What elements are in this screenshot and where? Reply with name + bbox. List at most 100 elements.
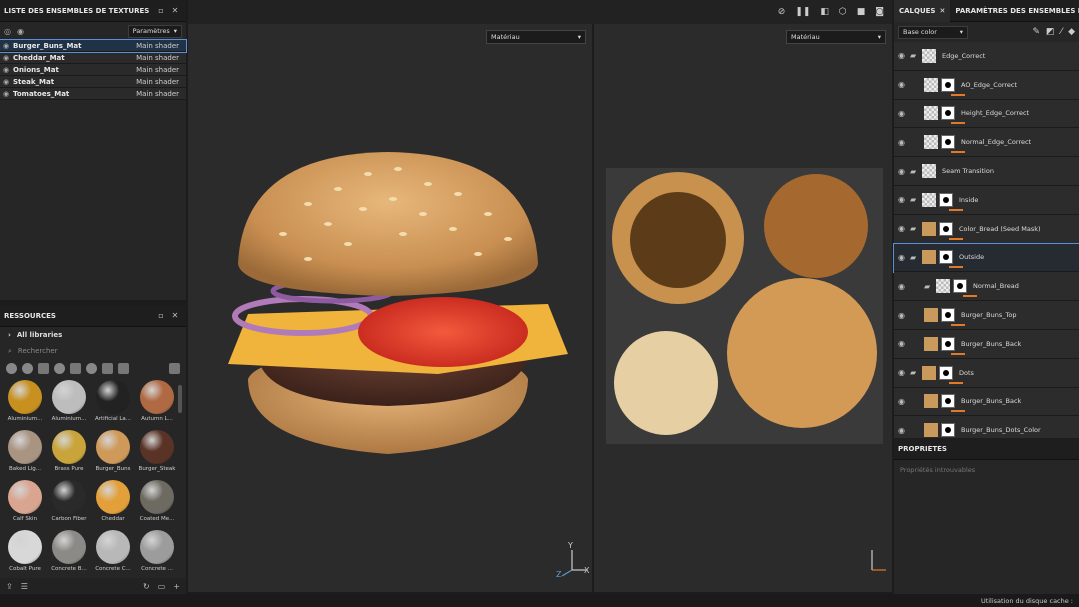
layer-row[interactable]: ◉ Burger_Buns_Top	[894, 301, 1079, 330]
library-selector[interactable]: › All libraries	[0, 327, 186, 343]
eye-icon[interactable]: ◉	[3, 42, 13, 50]
mask-icon[interactable]: ◩	[1046, 27, 1055, 37]
eye-icon[interactable]: ◉	[898, 195, 910, 204]
mask-thumbnail[interactable]	[939, 365, 953, 380]
layer-thumbnail[interactable]	[936, 279, 950, 294]
resource-item[interactable]: Carbon Fiber	[48, 480, 90, 528]
filter-textures-icon[interactable]	[86, 362, 97, 374]
resource-item[interactable]: Cheddar	[92, 480, 134, 528]
layer-thumbnail[interactable]	[924, 394, 938, 409]
eye-icon[interactable]: ◉	[898, 397, 910, 406]
resource-item[interactable]: Brass Pure	[48, 430, 90, 478]
settings-dropdown[interactable]: Paramètres ▾	[127, 24, 182, 38]
texture-set-row[interactable]: ◉ Burger_Buns_Mat Main shader	[0, 39, 187, 53]
resource-item[interactable]: Calf Skin	[4, 480, 46, 528]
search-input[interactable]: Rechercher	[18, 347, 58, 355]
mask-thumbnail[interactable]	[939, 250, 953, 265]
eye-icon[interactable]: ◉	[898, 282, 910, 291]
layer-row[interactable]: ◉ ▰ Edge_Correct	[894, 42, 1079, 71]
shader-name[interactable]: Main shader	[136, 42, 179, 50]
eye-icon[interactable]: ◉	[898, 138, 910, 147]
layer-thumbnail[interactable]	[924, 423, 938, 438]
layer-thumbnail[interactable]	[924, 308, 938, 323]
layer-thumbnail[interactable]	[924, 77, 938, 92]
layer-row[interactable]: ◉ AO_Edge_Correct	[894, 70, 1079, 100]
layer-row[interactable]: ◉ ▰ Color_Bread (Seed Mask)	[894, 214, 1079, 244]
resource-item[interactable]: Cobalt Pure	[4, 530, 46, 578]
layer-thumbnail[interactable]	[924, 135, 938, 150]
import-icon[interactable]: ⇪	[6, 582, 13, 591]
layer-thumbnail[interactable]	[922, 365, 936, 380]
float-panel-icon[interactable]: ▫	[154, 311, 168, 320]
close-icon[interactable]: ✕	[168, 311, 182, 320]
layer-row[interactable]: ◉ Normal_Edge_Correct	[894, 128, 1079, 158]
resource-item[interactable]: Baked Lig...	[4, 430, 46, 478]
layer-row[interactable]: ◉ ▰ Dots	[894, 358, 1079, 388]
eye-icon[interactable]: ◉	[898, 167, 910, 176]
layer-row[interactable]: ◉ Burger_Buns_Back	[894, 387, 1079, 417]
eye-icon[interactable]: ◉	[898, 80, 910, 89]
channel-dropdown[interactable]: Base color ▾	[898, 25, 968, 39]
folder-icon[interactable]: ▰	[910, 167, 922, 176]
resource-item[interactable]: Concrete ...	[136, 530, 178, 578]
filter-grid-icon[interactable]	[102, 362, 113, 374]
eye-icon[interactable]: ◉	[898, 311, 910, 320]
layer-thumbnail[interactable]	[922, 192, 936, 207]
mask-thumbnail[interactable]	[939, 192, 953, 207]
texture-set-row[interactable]: ◉ Steak_Mat Main shader	[0, 76, 186, 88]
list-view-icon[interactable]: ☰	[21, 582, 28, 591]
eye-icon[interactable]: ◉	[3, 54, 13, 62]
folder-icon[interactable]: ▰	[910, 253, 922, 262]
eye-icon[interactable]: ◉	[3, 66, 13, 74]
viewport-3d[interactable]: Matériau ▾ Y X Z	[188, 24, 592, 592]
uv-texture-canvas[interactable]	[606, 168, 883, 444]
resources-scrollbar[interactable]	[178, 385, 182, 413]
video-camera-icon[interactable]: ■	[857, 7, 866, 17]
mask-thumbnail[interactable]	[941, 336, 955, 351]
shader-name[interactable]: Main shader	[136, 78, 179, 86]
layer-thumbnail[interactable]	[922, 48, 936, 63]
mask-thumbnail[interactable]	[953, 279, 967, 294]
shader-name[interactable]: Main shader	[136, 90, 179, 98]
folder-icon[interactable]: ▰	[910, 51, 922, 60]
split-view-icon[interactable]: ◧	[820, 7, 829, 17]
eye-icon[interactable]: ◉	[898, 426, 910, 435]
layer-thumbnail[interactable]	[922, 221, 936, 236]
layer-thumbnail[interactable]	[924, 336, 938, 351]
layer-row[interactable]: ◉ ▰ Outside	[893, 242, 1079, 274]
mask-thumbnail[interactable]	[941, 135, 955, 150]
layer-row[interactable]: ◉ ▰ Seam Transition	[894, 157, 1079, 186]
paint-layer-icon[interactable]: ⁄	[1061, 27, 1063, 37]
filter-masks-icon[interactable]	[54, 362, 65, 374]
mask-thumbnail[interactable]	[941, 423, 955, 438]
close-icon[interactable]: ✕	[939, 7, 945, 15]
eye-icon[interactable]: ◉	[3, 78, 13, 86]
resource-item[interactable]: Aluminium...	[4, 380, 46, 428]
float-panel-icon[interactable]: ▫	[154, 6, 168, 15]
mask-thumbnail[interactable]	[941, 308, 955, 323]
resource-item[interactable]: Artificial La...	[92, 380, 134, 428]
eye-icon[interactable]: ◉	[17, 27, 24, 36]
layer-row[interactable]: ◉ Burger_Buns_Back	[894, 329, 1079, 359]
layer-thumbnail[interactable]	[922, 250, 936, 265]
mask-thumbnail[interactable]	[939, 221, 953, 236]
screenshot-icon[interactable]: ◙	[875, 7, 884, 17]
camera-off-icon[interactable]: ⊘	[778, 7, 786, 17]
filter-smart-materials-icon[interactable]	[38, 362, 49, 374]
mask-thumbnail[interactable]	[941, 106, 955, 121]
layer-row[interactable]: ◉ Height_Edge_Correct	[894, 99, 1079, 129]
folder-icon[interactable]: ▰	[910, 195, 922, 204]
grid-view-icon[interactable]	[169, 362, 180, 374]
visibility-multi-icon[interactable]: ◎	[4, 27, 11, 36]
refresh-icon[interactable]: ↻	[143, 582, 150, 591]
resource-item[interactable]: Concrete B...	[48, 530, 90, 578]
material-dropdown-3d[interactable]: Matériau ▾	[486, 30, 586, 44]
mask-thumbnail[interactable]	[941, 77, 955, 92]
pause-icon[interactable]: ❚❚	[795, 7, 810, 17]
tab-layers[interactable]: CALQUES ✕	[894, 0, 951, 22]
tab-texture-set-params[interactable]: PARAMÈTRES DES ENSEMBLES DE TEXTURES	[950, 0, 1079, 22]
layer-thumbnail[interactable]	[922, 164, 936, 179]
eye-icon[interactable]: ◉	[898, 109, 910, 118]
eye-icon[interactable]: ◉	[898, 224, 910, 233]
add-icon[interactable]: +	[173, 582, 180, 591]
